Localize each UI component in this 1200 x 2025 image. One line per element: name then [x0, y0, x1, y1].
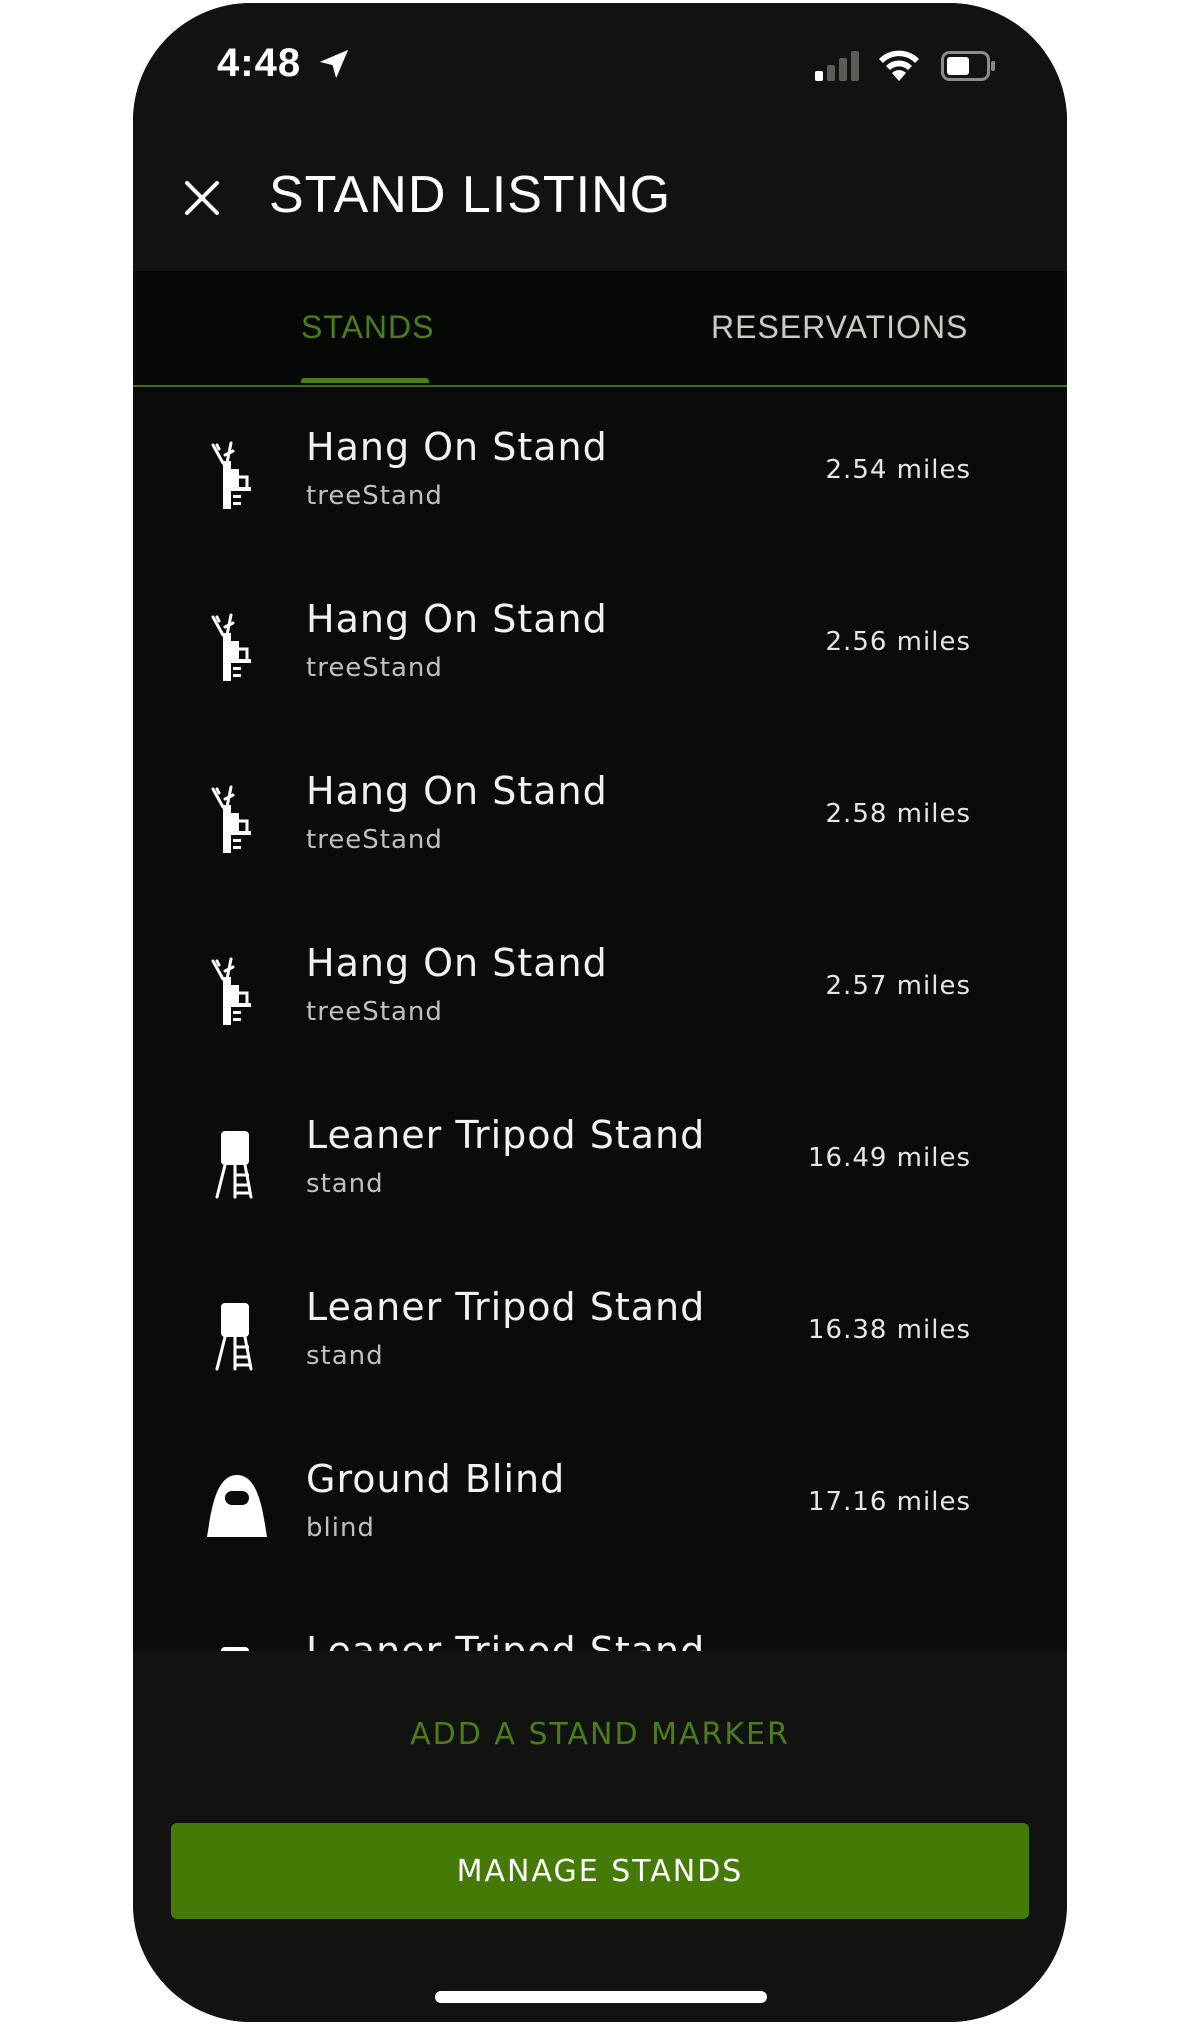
close-icon[interactable] — [177, 173, 227, 223]
status-time: 4:48 — [217, 41, 302, 85]
stand-distance: 16.38 miles — [807, 1315, 971, 1345]
stand-list-item[interactable]: Leaner Tripod Stand stand 16.49 miles — [133, 1075, 1067, 1247]
stand-distance: 2.58 miles — [825, 799, 971, 829]
stand-type: treeStand — [306, 825, 443, 855]
tree-stand-icon — [211, 613, 251, 681]
manage-stands-button[interactable]: MANAGE STANDS — [171, 1823, 1029, 1919]
cellular-signal-icon — [815, 51, 859, 81]
stand-list-item[interactable]: Hang On Stand treeStand 2.54 miles — [133, 387, 1067, 559]
tree-stand-icon — [211, 441, 251, 509]
stand-type: stand — [306, 1169, 384, 1199]
tree-stand-icon — [211, 957, 251, 1025]
tripod-stand-icon — [215, 1303, 253, 1371]
stand-list[interactable]: Hang On Stand treeStand 2.54 miles Hang … — [133, 387, 1067, 1651]
stand-name: Hang On Stand — [306, 425, 608, 469]
stand-name: Hang On Stand — [306, 941, 608, 985]
phone-screen: 4:48 STAND LISTING STANDS RESERVATIONS H… — [133, 3, 1067, 2022]
stand-type: treeStand — [306, 997, 443, 1027]
battery-icon — [941, 51, 995, 81]
stand-name: Hang On Stand — [306, 769, 608, 813]
wifi-icon — [879, 50, 919, 81]
tab-reservations[interactable]: RESERVATIONS — [711, 309, 968, 346]
stand-distance: 17.16 miles — [807, 1487, 971, 1517]
bottom-action-panel: ADD A STAND MARKER MANAGE STANDS — [133, 1651, 1067, 2022]
stand-name: Hang On Stand — [306, 597, 608, 641]
status-bar: 4:48 — [133, 3, 1067, 121]
stand-distance: 16.49 miles — [807, 1143, 971, 1173]
stand-distance: 2.54 miles — [825, 455, 971, 485]
stand-type: blind — [306, 1513, 375, 1543]
active-tab-indicator — [301, 378, 429, 383]
stand-list-item[interactable]: Ground Blind blind 17.16 miles — [133, 1419, 1067, 1591]
stand-list-item[interactable]: Leaner Tripod Stand stand — [133, 1591, 1067, 1651]
stand-type: treeStand — [306, 653, 443, 683]
page-title: STAND LISTING — [269, 166, 672, 224]
stand-name: Leaner Tripod Stand — [306, 1113, 706, 1157]
location-arrow-icon — [319, 49, 349, 79]
add-stand-marker-button[interactable]: ADD A STAND MARKER — [133, 1717, 1067, 1752]
tab-bar: STANDS RESERVATIONS — [133, 271, 1067, 387]
stand-type: stand — [306, 1341, 384, 1371]
home-indicator[interactable] — [435, 1991, 767, 2003]
stand-list-item[interactable]: Leaner Tripod Stand stand 16.38 miles — [133, 1247, 1067, 1419]
stand-list-item[interactable]: Hang On Stand treeStand 2.58 miles — [133, 731, 1067, 903]
stand-name: Leaner Tripod Stand — [306, 1629, 706, 1651]
stand-list-item[interactable]: Hang On Stand treeStand 2.57 miles — [133, 903, 1067, 1075]
stand-type: treeStand — [306, 481, 443, 511]
stand-name: Leaner Tripod Stand — [306, 1285, 706, 1329]
ground-blind-icon — [207, 1475, 267, 1537]
stand-distance: 2.56 miles — [825, 627, 971, 657]
tripod-stand-icon — [215, 1131, 253, 1199]
stand-distance: 2.57 miles — [825, 971, 971, 1001]
tree-stand-icon — [211, 785, 251, 853]
stand-name: Ground Blind — [306, 1457, 566, 1501]
app-header: STAND LISTING — [133, 121, 1067, 271]
tab-stands[interactable]: STANDS — [301, 309, 434, 346]
stand-list-item[interactable]: Hang On Stand treeStand 2.56 miles — [133, 559, 1067, 731]
